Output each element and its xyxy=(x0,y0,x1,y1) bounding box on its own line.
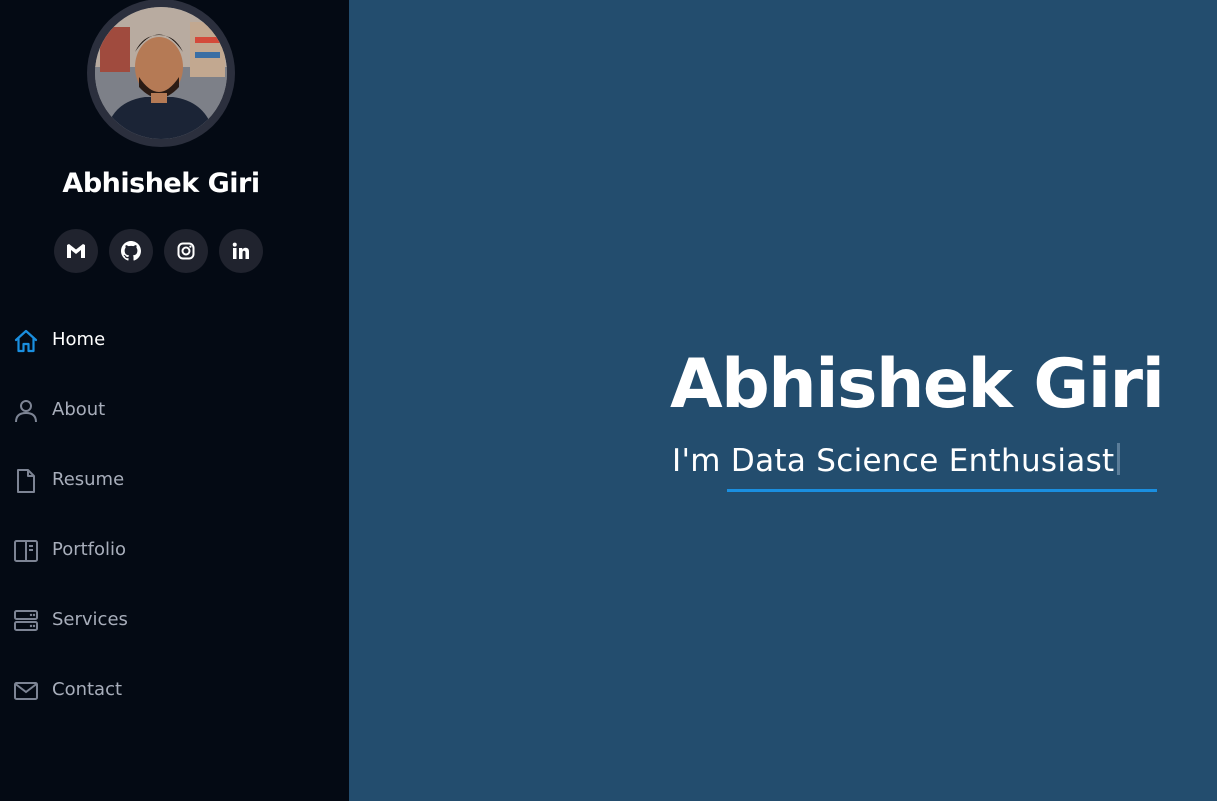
instagram-icon xyxy=(177,242,195,260)
nav-label-portfolio: Portfolio xyxy=(52,539,127,560)
gmail-icon xyxy=(67,244,85,258)
hero-title: Abhishek Giri xyxy=(670,345,1165,424)
nav-label-services: Services xyxy=(52,609,128,630)
nav-item-resume[interactable]: Resume xyxy=(0,446,330,516)
layout-icon xyxy=(14,540,38,562)
sidebar: Abhishek Giri Home About Resume Portfoli… xyxy=(0,0,349,801)
home-icon xyxy=(14,329,38,353)
nav-label-about: About xyxy=(52,399,106,420)
instagram-link[interactable] xyxy=(164,229,208,273)
hero-subtitle: I'm Data Science Enthusiast xyxy=(672,443,1121,479)
file-icon xyxy=(17,469,35,493)
nav-item-services[interactable]: Services xyxy=(0,586,330,656)
nav-item-portfolio[interactable]: Portfolio xyxy=(0,516,330,586)
profile-name: Abhishek Giri xyxy=(62,168,260,199)
avatar xyxy=(87,0,235,147)
nav-item-about[interactable]: About xyxy=(0,376,330,446)
github-link[interactable] xyxy=(109,229,153,273)
hero-prefix: I'm xyxy=(672,443,721,479)
linkedin-link[interactable] xyxy=(219,229,263,273)
typed-underline xyxy=(727,489,1157,492)
nav-item-home[interactable]: Home xyxy=(0,306,330,376)
linkedin-icon xyxy=(232,242,249,259)
gmail-link[interactable] xyxy=(54,229,98,273)
person-icon xyxy=(15,400,37,423)
typing-cursor xyxy=(1117,443,1121,475)
nav-item-contact[interactable]: Contact xyxy=(0,656,330,726)
server-icon xyxy=(14,610,38,631)
github-icon xyxy=(121,241,141,261)
typed-text: Data Science Enthusiast xyxy=(730,443,1115,479)
profile-photo xyxy=(95,7,227,139)
envelope-icon xyxy=(14,682,38,700)
nav-label-resume: Resume xyxy=(52,469,125,490)
nav-label-home: Home xyxy=(52,329,106,350)
nav-label-contact: Contact xyxy=(52,679,123,700)
